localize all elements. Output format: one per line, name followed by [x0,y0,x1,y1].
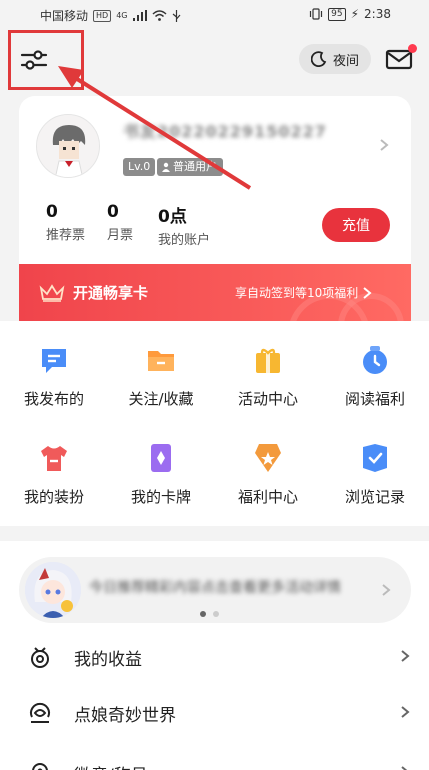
avatar[interactable] [36,114,100,178]
usb-icon [172,9,180,22]
vip-title-group: 开通畅享卡 [39,282,148,303]
top-header: 夜间 [0,30,429,94]
grid-item-reading-rewards[interactable]: 阅读福利 [325,343,425,423]
grid-item-my-cards[interactable]: 我的卡牌 [111,441,211,521]
stat-value: 0点 [158,207,187,227]
stat-label: 月票 [107,228,134,243]
message-icon [42,349,66,373]
clock-icon [363,346,387,374]
carousel-text: 今日推荐精彩内容点击查看更多活动详情 [89,580,341,596]
grid-item-events[interactable]: 活动中心 [218,343,318,423]
carousel-dot[interactable] [213,611,219,617]
profile-card[interactable]: 书友20220229150227 Lv.0 普通用户 0 推荐票 0 月票 0点… [19,96,411,336]
vibrate-icon [310,8,323,20]
stat-my-account[interactable]: 0点 我的账户 [158,202,210,248]
feature-grid: 我发布的 关注/收藏 活动中心 阅读福利 我的装扮 我的卡牌 福利中心 浏览记录 [0,321,429,526]
signal-icon [132,10,147,21]
grid-item-welfare-center[interactable]: 福利中心 [218,441,318,521]
grid-item-follow-favorites[interactable]: 关注/收藏 [111,343,211,423]
carousel-dot-active[interactable] [200,611,206,617]
status-right: 95 ⚡ 2:38 [309,7,391,21]
bookmark-icon [363,444,387,472]
menu-item-earnings[interactable]: 我的收益 [0,629,429,685]
settings-button[interactable] [12,38,56,82]
sliders-icon [20,50,48,70]
night-mode-label: 夜间 [332,53,359,69]
moon-icon [310,51,327,67]
world-icon [30,702,50,723]
lower-panel: 今日推荐精彩内容点击查看更多活动详情 我的收益 点娘奇妙世界 徽章/称号 [0,541,429,770]
grid-label: 浏览记录 [344,488,405,506]
grid-item-history[interactable]: 浏览记录 [325,441,425,521]
clock-time: 2:38 [364,7,391,21]
charging-icon: ⚡ [350,7,360,21]
folder-icon [148,351,174,371]
grid-label: 我的装扮 [23,488,84,506]
battery-level: 95 [328,7,346,21]
crown-icon [39,283,65,302]
grid-item-my-outfits[interactable]: 我的装扮 [4,441,104,521]
menu-item-label: 徽章/称号 [74,761,148,770]
stat-recommend-tickets[interactable]: 0 推荐票 [46,202,85,243]
grid-item-my-posts[interactable]: 我发布的 [4,343,104,423]
level-badge: Lv.0 [123,158,156,176]
menu-item-wonder-world[interactable]: 点娘奇妙世界 [0,685,429,741]
income-icon [31,647,49,668]
carousel-dots [200,611,219,617]
chevron-right-icon [401,766,408,770]
carrier-name: 中国移动 [40,9,89,23]
stat-label: 我的账户 [158,233,211,248]
chevron-right-icon[interactable] [377,138,391,152]
grid-label: 活动中心 [237,390,298,408]
grid-label: 关注/收藏 [128,390,194,408]
wifi-icon [151,10,167,21]
stat-value: 0 [46,202,58,222]
carousel-avatar [25,562,81,618]
status-left: 中国移动 HD 4G [40,7,181,24]
network-type: 4G [116,11,128,20]
vip-promo-link[interactable]: 享自动签到等10项福利 [235,284,372,301]
recharge-button[interactable]: 充值 [322,208,390,242]
carousel-character-image [25,562,81,618]
chevron-right-icon [382,584,391,596]
user-type-badge: 普通用户 [157,158,223,176]
stat-value: 0 [107,202,119,222]
vip-promo-text: 享自动签到等10项福利 [235,286,359,300]
card-icon [151,444,171,472]
user-icon [162,162,170,172]
vip-title: 开通畅享卡 [73,284,149,302]
chevron-right-icon [363,286,372,299]
chevron-right-icon [401,650,410,662]
user-type-label: 普通用户 [173,160,217,173]
menu-item-label: 我的收益 [74,650,142,670]
menu-item-badges-titles[interactable]: 徽章/称号 [0,745,429,770]
unread-dot [408,44,417,53]
grid-label: 福利中心 [237,488,298,506]
grid-label: 阅读福利 [344,390,405,408]
badge-icon [255,444,281,472]
stat-label: 推荐票 [46,228,86,243]
chevron-right-icon [401,706,410,718]
grid-label: 我发布的 [23,390,84,408]
mail-button[interactable] [385,44,417,74]
grid-label: 我的卡牌 [130,488,191,506]
night-mode-button[interactable]: 夜间 [299,44,371,74]
medal-icon [32,763,48,770]
status-bar: 中国移动 HD 4G 95 ⚡ 2:38 [0,0,429,30]
hd-badge: HD [93,9,112,22]
menu-item-label: 点娘奇妙世界 [74,706,176,726]
gift-icon [256,348,280,373]
avatar-image [37,115,99,177]
username: 书友20220229150227 [123,122,327,140]
stat-monthly-tickets[interactable]: 0 月票 [107,202,133,243]
tshirt-icon [41,446,67,471]
